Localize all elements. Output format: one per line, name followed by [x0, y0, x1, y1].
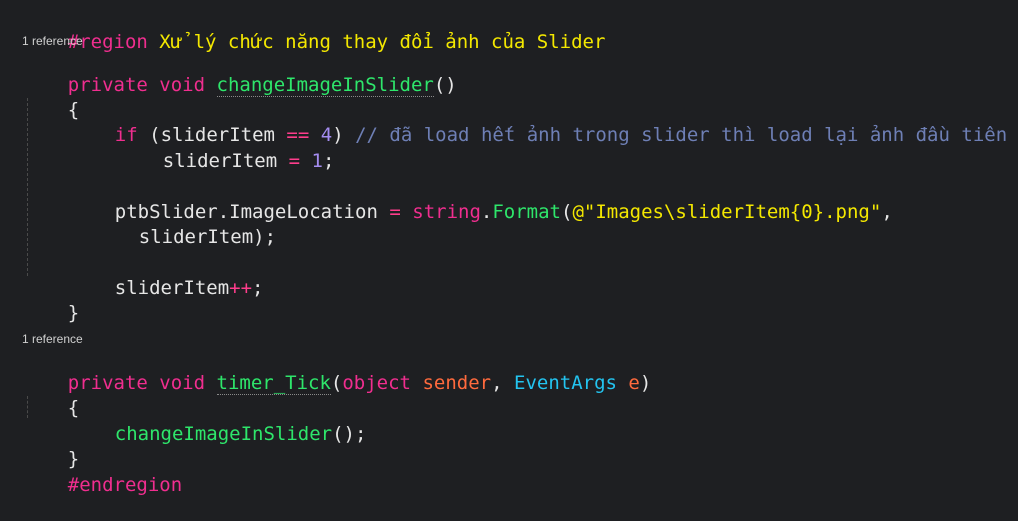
code-line-close-brace[interactable]: }: [22, 423, 1018, 470]
code-line-increment[interactable]: sliderItem++;: [69, 252, 1018, 299]
codelens-references[interactable]: 1 reference: [22, 332, 83, 346]
code-line-region-start[interactable]: #region Xử lý chức năng thay đổi ảnh của…: [22, 6, 1018, 53]
code-line-region-end[interactable]: #endregion: [22, 449, 1018, 496]
code-line-assign[interactable]: sliderItem = 1;: [117, 125, 1018, 172]
code-line-open-brace[interactable]: {: [22, 372, 1018, 419]
code-line-if[interactable]: if (sliderItem == 4) // đã load hết ảnh …: [69, 99, 1018, 146]
endregion-directive: #endregion: [67, 474, 183, 496]
close-brace: }: [67, 302, 80, 324]
codelens-references[interactable]: 1 reference: [22, 34, 83, 48]
code-line-close-brace[interactable]: }: [22, 277, 1018, 324]
code-line-call[interactable]: changeImageInSlider();: [69, 398, 1018, 445]
call-end: );: [253, 226, 277, 248]
code-line-method-signature[interactable]: private void changeImageInSlider(): [22, 49, 1018, 97]
statement-end: ;: [322, 150, 335, 172]
wrap-indicator-icon: z: [1006, 176, 1018, 200]
wrap-argument: sliderItem: [138, 226, 254, 248]
code-editor[interactable]: #region Xử lý chức năng thay đổi ảnh của…: [0, 0, 1018, 496]
code-line-image-location[interactable]: ptbSlider.ImageLocation = string.Format(…: [69, 176, 1018, 223]
assign-number: 1: [311, 150, 323, 172]
code-line-wrap[interactable]: sliderItem);: [93, 201, 1018, 248]
assign-operator: =: [288, 150, 301, 172]
code-line-open-brace[interactable]: {: [22, 74, 1018, 121]
code-line-method-signature[interactable]: private void timer_Tick(object sender, E…: [22, 347, 1018, 395]
assign-variable: sliderItem: [162, 150, 278, 172]
